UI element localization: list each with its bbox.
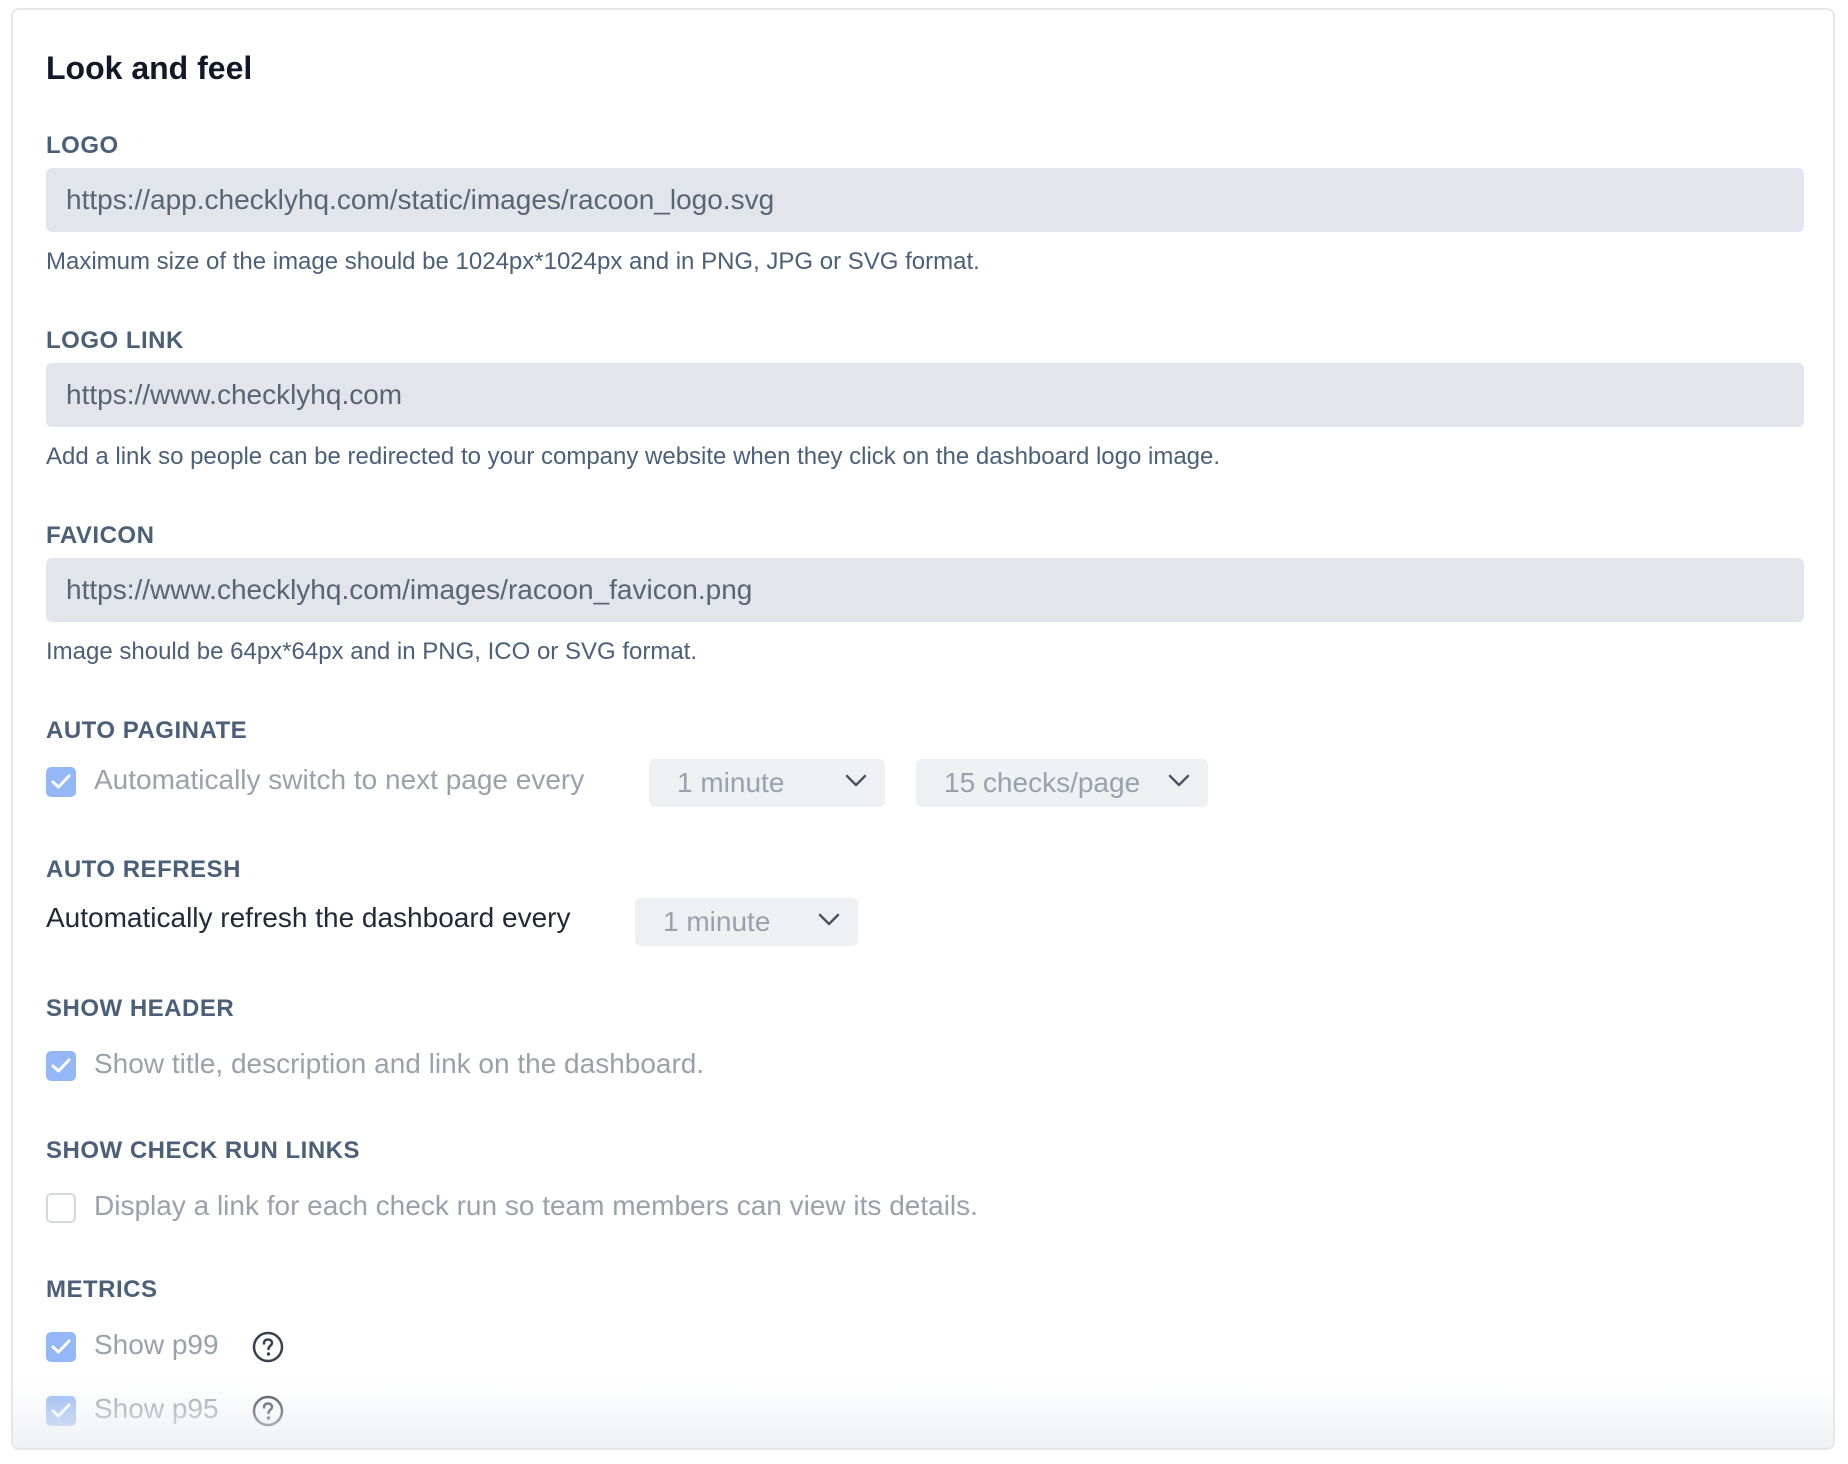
logo-url-input[interactable]: https://app.checklyhq.com/static/images/… (46, 168, 1804, 232)
checkmark-icon (51, 1339, 71, 1354)
question-circle-icon[interactable] (252, 1395, 284, 1427)
chevron-down-icon (1168, 774, 1190, 787)
question-circle-icon[interactable] (252, 1331, 284, 1363)
show-header-text: Show title, description and link on the … (94, 1048, 705, 1079)
section-title: Look and feel (46, 50, 253, 86)
checkmark-icon (51, 1403, 71, 1418)
metrics-label: METRICS (46, 1276, 158, 1303)
auto-paginate-text: Automatically switch to next page every (94, 764, 585, 795)
show-header-label: SHOW HEADER (46, 995, 235, 1022)
show-check-run-links-text: Display a link for each check run so tea… (94, 1190, 978, 1221)
show-p99-text: Show p99 (94, 1329, 219, 1360)
auto-paginate-checkbox[interactable] (46, 767, 76, 797)
auto-paginate-interval-value: 1 minute (677, 767, 785, 798)
logo-link-input[interactable]: https://www.checklyhq.com (46, 363, 1804, 427)
logo-help-text: Maximum size of the image should be 1024… (46, 248, 980, 275)
favicon-url-input[interactable]: https://www.checklyhq.com/images/racoon_… (46, 558, 1804, 622)
auto-paginate-per-page-value: 15 checks/page (944, 767, 1141, 798)
show-p99-checkbox[interactable] (46, 1332, 76, 1362)
logo-link-label: LOGO LINK (46, 327, 184, 354)
show-p95-checkbox[interactable] (46, 1396, 76, 1426)
auto-paginate-label: AUTO PAGINATE (46, 717, 248, 744)
checkmark-icon (51, 1058, 71, 1073)
checkmark-icon (51, 774, 71, 789)
show-check-run-links-label: SHOW CHECK RUN LINKS (46, 1137, 360, 1164)
logo-link-help-text: Add a link so people can be redirected t… (46, 443, 1221, 470)
auto-refresh-text: Automatically refresh the dashboard ever… (46, 902, 571, 933)
look-and-feel-card: Look and feel LOGO https://app.checklyhq… (11, 8, 1835, 1450)
show-check-run-links-checkbox[interactable] (46, 1193, 76, 1223)
show-header-checkbox[interactable] (46, 1051, 76, 1081)
auto-refresh-label: AUTO REFRESH (46, 856, 241, 883)
favicon-help-text: Image should be 64px*64px and in PNG, IC… (46, 638, 697, 665)
chevron-down-icon (845, 774, 867, 787)
auto-refresh-interval-value: 1 minute (663, 906, 771, 937)
chevron-down-icon (818, 913, 840, 926)
auto-refresh-interval-select[interactable]: 1 minute (635, 898, 858, 946)
auto-paginate-per-page-select[interactable]: 15 checks/page (916, 759, 1208, 807)
auto-paginate-interval-select[interactable]: 1 minute (649, 759, 885, 807)
show-p95-text: Show p95 (94, 1393, 219, 1424)
logo-label: LOGO (46, 132, 119, 159)
favicon-label: FAVICON (46, 522, 155, 549)
